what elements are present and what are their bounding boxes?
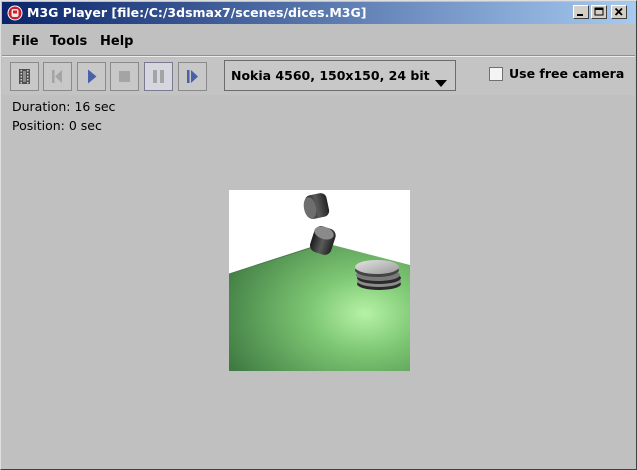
chevron-down-icon	[435, 72, 447, 91]
menu-tools[interactable]: Tools	[50, 34, 87, 49]
position-text: Position: 0 sec	[12, 118, 102, 133]
menu-file[interactable]: File	[12, 34, 39, 49]
app-window: M3G Player [file:/C:/3dsmax7/scenes/dice…	[0, 0, 637, 470]
close-button[interactable]	[611, 5, 627, 19]
free-camera-label: Use free camera	[509, 66, 625, 81]
pause-button[interactable]	[144, 62, 173, 91]
toolbar: Nokia 4560, 150x150, 24 bit Use free cam…	[2, 58, 635, 95]
play-button[interactable]	[77, 62, 106, 91]
stop-button[interactable]	[110, 62, 139, 91]
maximize-button[interactable]	[591, 5, 607, 19]
window-title: M3G Player [file:/C:/3dsmax7/scenes/dice…	[27, 5, 367, 20]
free-camera-checkbox[interactable]	[489, 67, 503, 81]
menu-help[interactable]: Help	[100, 34, 133, 49]
step-forward-button[interactable]	[178, 62, 207, 91]
title-bar[interactable]: M3G Player [file:/C:/3dsmax7/scenes/dice…	[2, 2, 635, 24]
menu-separator	[2, 55, 635, 57]
scene-render	[229, 190, 410, 371]
step-back-button[interactable]	[43, 62, 72, 91]
device-select[interactable]: Nokia 4560, 150x150, 24 bit	[224, 60, 456, 91]
scene-viewport[interactable]	[229, 190, 410, 371]
film-strip-button[interactable]	[10, 62, 39, 91]
device-select-value: Nokia 4560, 150x150, 24 bit	[231, 68, 430, 83]
menu-bar: File Tools Help	[2, 27, 635, 55]
duration-text: Duration: 16 sec	[12, 99, 116, 114]
disk-stack	[355, 260, 401, 290]
minimize-button[interactable]	[573, 5, 589, 19]
app-logo-icon	[7, 5, 23, 21]
